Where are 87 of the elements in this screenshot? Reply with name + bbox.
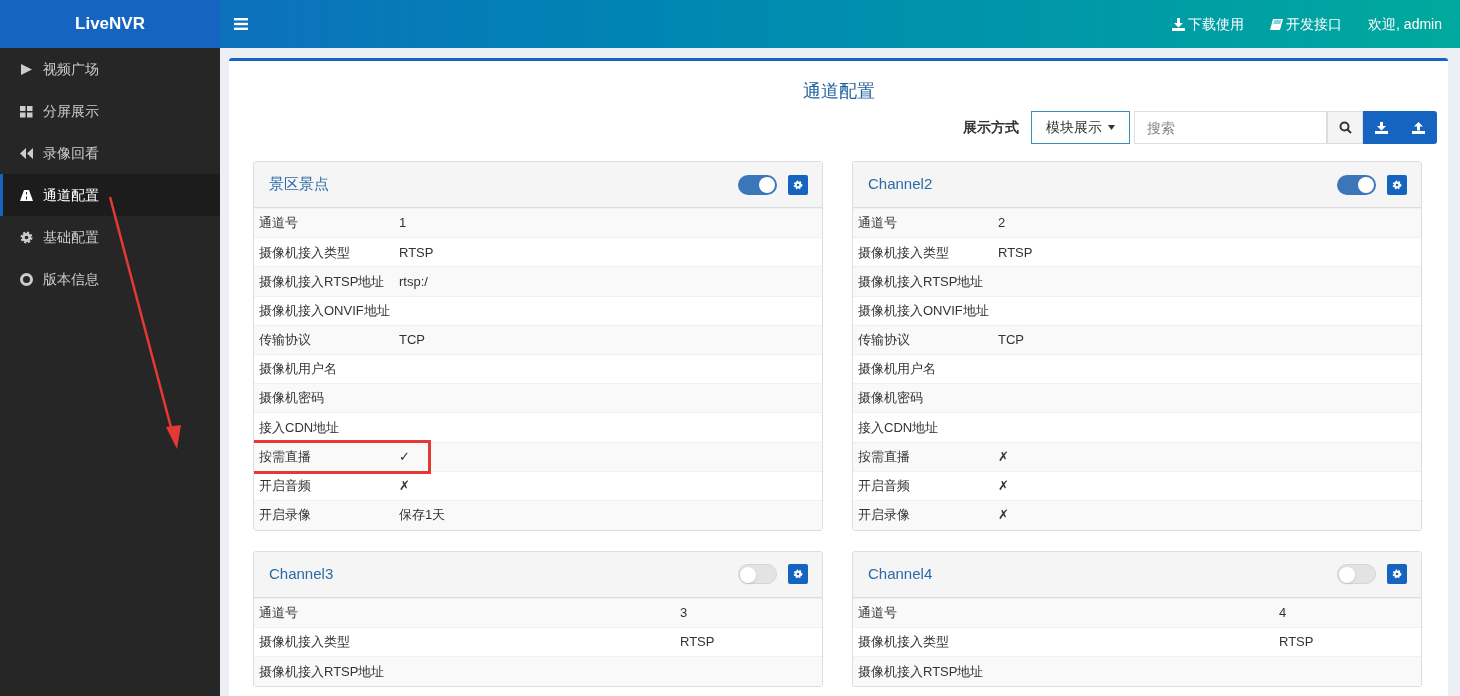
field-value: 2 [998, 215, 1006, 231]
field-label: 传输协议 [259, 331, 311, 350]
field-label: 开启音频 [858, 477, 910, 496]
field-label: 摄像机接入类型 [259, 243, 350, 262]
sidebar-item[interactable]: 基础配置 [0, 216, 220, 258]
field-label: 摄像机接入类型 [858, 633, 949, 652]
field-label: 按需直播 [858, 447, 910, 466]
field-value: ✗ [998, 448, 1009, 464]
field-value: 4 [1279, 604, 1287, 620]
field-label: 摄像机用户名 [858, 360, 936, 379]
search-field[interactable]: 搜索 [1134, 111, 1327, 144]
download-icon [1172, 17, 1186, 31]
search-icon [1338, 121, 1352, 134]
channel-name: Channel3 [269, 563, 335, 584]
field-label: 接入CDN地址 [259, 418, 340, 437]
download-button[interactable] [1363, 111, 1400, 144]
gear-icon [20, 230, 33, 244]
play-icon [20, 62, 33, 76]
settings-icon [793, 179, 803, 190]
book-icon [1270, 17, 1284, 31]
channel-name: Channel2 [868, 174, 934, 195]
field-value: 1 [399, 215, 407, 231]
channel-name: Channel4 [868, 563, 934, 584]
field-label: 传输协议 [858, 331, 910, 350]
settings-button[interactable] [788, 564, 808, 585]
sidebar-item[interactable]: 录像回看 [0, 132, 220, 174]
field-label: 按需直播 [259, 447, 311, 466]
upload-button[interactable] [1400, 111, 1437, 144]
field-value: RTSP [399, 244, 434, 260]
upload-icon [1412, 121, 1425, 134]
toggle-switch[interactable] [1337, 564, 1376, 585]
settings-icon [1392, 179, 1402, 190]
field-label: 通道号 [259, 603, 298, 622]
field-label: 开启录像 [259, 506, 311, 525]
field-label: 摄像机接入RTSP地址 [858, 662, 984, 681]
field-label: 摄像机接入RTSP地址 [858, 272, 984, 291]
field-value: ✗ [998, 478, 1009, 494]
page-title: 通道配置 [802, 80, 875, 103]
field-value: TCP [399, 332, 425, 348]
field-label: 摄像机接入ONVIF地址 [858, 301, 989, 320]
search-button[interactable] [1327, 111, 1363, 144]
sidebar-item[interactable]: 视频广场 [0, 48, 220, 90]
display-mode-select[interactable]: 模块展示 [1031, 111, 1130, 144]
menu-icon[interactable] [234, 18, 248, 30]
caret-icon [1108, 125, 1115, 130]
sidebar-item[interactable]: 分屏展示 [0, 90, 220, 132]
field-value: ✓ [399, 448, 410, 464]
toggle-switch[interactable] [1337, 174, 1376, 195]
field-label: 摄像机密码 [858, 389, 923, 408]
channel-name: 景区景点 [269, 174, 330, 195]
road-icon [20, 188, 33, 202]
display-mode-label: 展示方式 [963, 118, 1019, 137]
field-value: RTSP [1279, 634, 1314, 650]
toggle-switch[interactable] [738, 174, 777, 195]
field-label: 摄像机接入RTSP地址 [259, 662, 385, 681]
field-label: 摄像机接入类型 [259, 633, 350, 652]
grid-icon [20, 104, 33, 118]
toggle-switch[interactable] [738, 564, 777, 585]
field-label: 摄像机接入ONVIF地址 [259, 301, 390, 320]
field-value: RTSP [998, 244, 1033, 260]
field-label: 摄像机密码 [259, 389, 324, 408]
settings-icon [1392, 569, 1402, 580]
field-value: 保存1天 [399, 507, 446, 523]
settings-button[interactable] [788, 174, 808, 195]
field-label: 开启录像 [858, 506, 910, 525]
field-value: ✗ [998, 507, 1009, 523]
backward-icon [20, 146, 33, 160]
sidebar-item[interactable]: 通道配置 [0, 174, 220, 216]
field-label: 摄像机接入类型 [858, 243, 949, 262]
sidebar-item[interactable]: 版本信息 [0, 258, 220, 300]
field-label: 通道号 [259, 214, 298, 233]
field-label: 开启音频 [259, 477, 311, 496]
field-label: 摄像机接入RTSP地址 [259, 272, 385, 291]
settings-button[interactable] [1387, 564, 1407, 585]
field-value: rtsp:/ [399, 273, 428, 289]
field-label: 摄像机用户名 [259, 360, 337, 379]
download-icon [1375, 121, 1388, 134]
field-value: TCP [998, 332, 1024, 348]
field-label: 接入CDN地址 [858, 418, 939, 437]
settings-button[interactable] [1387, 174, 1407, 195]
life-ring-icon [20, 272, 33, 286]
field-label: 通道号 [858, 214, 897, 233]
field-value: RTSP [680, 634, 715, 650]
field-value: 3 [680, 604, 688, 620]
field-value: ✗ [399, 478, 410, 494]
field-label: 通道号 [858, 603, 897, 622]
settings-icon [793, 569, 803, 580]
